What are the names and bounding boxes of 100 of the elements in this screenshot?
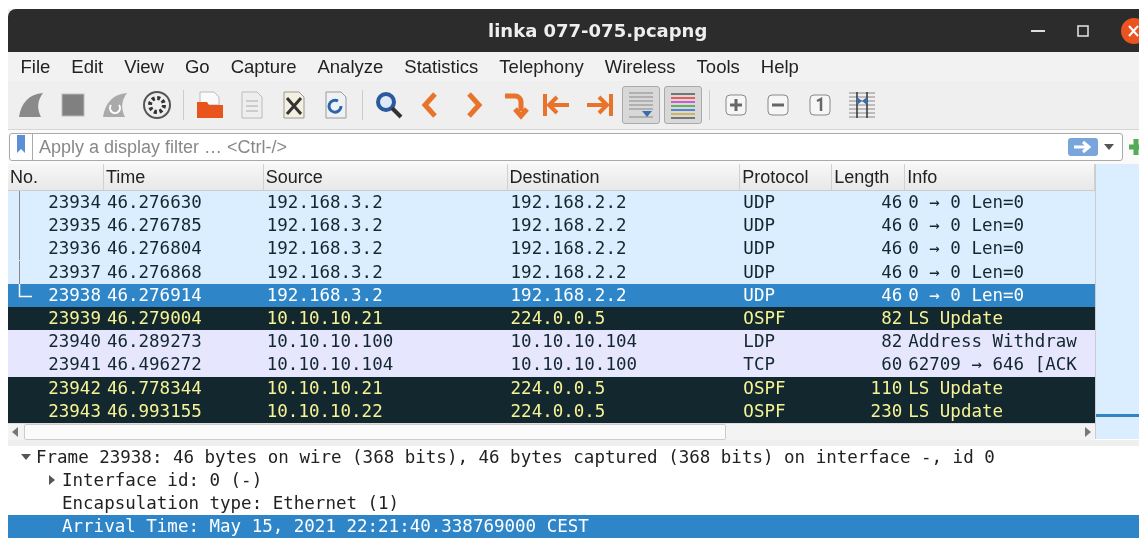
menu-item[interactable]: Help — [750, 55, 810, 78]
table-cell: LDP — [743, 331, 775, 352]
table-cell: 23939 — [48, 307, 101, 328]
column-header[interactable]: Source — [263, 164, 508, 190]
table-cell: 10.10.10.21 — [266, 307, 383, 328]
packet-row[interactable]: 23937 46.276868 192.168.3.2 192.168.2.2 UDP 46 0 → 0 Len=0 — [8, 260, 1096, 284]
table-cell: 46 — [881, 192, 903, 212]
packet-row[interactable]: 23939 46.279004 10.10.10.21 224.0.0.5 OSPF 82 LS Update — [8, 306, 1096, 331]
maximize-icon[interactable] — [1077, 24, 1089, 37]
table-cell: 0 → 0 Len=0 — [908, 284, 1025, 305]
packet-row[interactable]: 23941 46.496272 10.10.10.104 10.10.10.100 TCP 60 62709 → 646 [ACK — [8, 353, 1096, 377]
table-cell: 46.276630 — [106, 192, 202, 212]
table-cell: 23943 — [48, 400, 101, 421]
close-icon[interactable] — [1121, 17, 1139, 44]
table-cell: 0 → 0 Len=0 — [908, 215, 1025, 236]
packet-row[interactable]: 23940 46.289273 10.10.10.100 10.10.10.104 LDP 82 Address Withdraw — [8, 330, 1096, 354]
table-cell: 10.10.10.22 — [266, 400, 383, 421]
table-cell: 82 — [881, 331, 903, 352]
column-header[interactable]: Time — [103, 164, 264, 190]
detail-row[interactable]: Encapsulation type: Ethernet (1) — [8, 491, 1139, 515]
table-cell: 46 — [881, 284, 903, 305]
table-cell: UDP — [743, 284, 775, 305]
table-cell: 192.168.2.2 — [510, 192, 627, 212]
table-cell: 60 — [881, 354, 903, 375]
menu-item[interactable]: Capture — [220, 55, 307, 78]
table-cell: 46 — [881, 238, 903, 259]
menu-item[interactable]: Statistics — [393, 55, 489, 78]
menu-item[interactable]: Wireless — [594, 55, 687, 78]
column-header[interactable]: Protocol — [740, 164, 833, 190]
scrollbar-thumb[interactable] — [24, 423, 726, 440]
table-cell: 46.778344 — [106, 377, 202, 398]
column-header[interactable]: No. — [8, 164, 104, 190]
table-cell: 192.168.2.2 — [510, 261, 627, 282]
detail-row[interactable]: Frame 23938: 46 bytes on wire (368 bits), 46 bytes captured (368 bits) on interface -, id 0 — [8, 445, 1139, 469]
table-cell: 192.168.3.2 — [266, 284, 383, 305]
table-cell: 23936 — [48, 238, 101, 259]
table-cell: OSPF — [743, 400, 786, 421]
scroll-right-icon[interactable] — [1083, 426, 1092, 437]
menu-item[interactable]: Edit — [60, 55, 114, 78]
table-cell: 224.0.0.5 — [510, 400, 606, 421]
table-cell: 46.276868 — [106, 261, 202, 282]
table-cell: 10.10.10.21 — [266, 377, 383, 398]
packet-row[interactable]: 23942 46.778344 10.10.10.21 224.0.0.5 OSPF 110 LS Update — [8, 376, 1096, 400]
table-cell: 23940 — [48, 331, 101, 352]
plus-icon[interactable] — [1129, 137, 1139, 157]
table-cell: 224.0.0.5 — [510, 307, 606, 328]
table-cell: 23942 — [48, 377, 101, 398]
packet-row[interactable]: 23938 46.276914 192.168.3.2 192.168.2.2 UDP 46 0 → 0 Len=0 — [8, 283, 1096, 307]
table-cell: 10.10.10.104 — [510, 331, 637, 352]
table-cell: LS Update — [908, 377, 1004, 398]
detail-text: Arrival Time: May 15, 2021 22:21:40.338769000 CEST — [62, 514, 589, 538]
menu-item[interactable]: Telephony — [488, 55, 595, 78]
table-cell: 192.168.2.2 — [510, 284, 627, 305]
table-cell: 192.168.3.2 — [266, 192, 383, 212]
table-cell: 192.168.3.2 — [266, 261, 383, 282]
expanded-arrow-icon[interactable] — [21, 454, 31, 461]
table-cell: UDP — [743, 192, 775, 212]
table-cell: UDP — [743, 261, 775, 282]
table-cell: 230 — [870, 400, 903, 421]
table-cell: 46 — [881, 215, 903, 236]
detail-row[interactable]: Arrival Time: May 15, 2021 22:21:40.338769000 CEST — [8, 514, 1139, 538]
detail-text: Encapsulation type: Ethernet (1) — [62, 491, 400, 515]
menu-item[interactable]: Tools — [686, 55, 751, 78]
packet-row[interactable]: 23934 46.276630 192.168.3.2 192.168.2.2 UDP 46 0 → 0 Len=0 — [8, 191, 1096, 215]
scroll-left-icon[interactable] — [12, 426, 20, 437]
table-cell: TCP — [743, 354, 775, 375]
detail-text: Interface id: 0 (-) — [62, 468, 263, 492]
table-cell: 0 → 0 Len=0 — [908, 238, 1025, 259]
table-cell: 224.0.0.5 — [510, 377, 606, 398]
table-cell: 23941 — [48, 354, 101, 375]
menu-item[interactable]: Go — [174, 55, 221, 78]
window-title: linka 077-075.pcapng — [488, 20, 708, 41]
table-cell: 46.993155 — [106, 400, 202, 421]
caret-icon[interactable] — [1104, 144, 1114, 150]
column-header[interactable]: Destination — [507, 164, 741, 190]
table-cell: 192.168.2.2 — [510, 215, 627, 236]
table-cell: 10.10.10.100 — [266, 331, 394, 352]
packet-row[interactable]: 23936 46.276804 192.168.3.2 192.168.2.2 UDP 46 0 → 0 Len=0 — [8, 237, 1096, 261]
table-cell: 46 — [881, 261, 903, 282]
table-cell: 0 → 0 Len=0 — [908, 261, 1025, 282]
packet-row[interactable]: 23935 46.276785 192.168.3.2 192.168.2.2 UDP 46 0 → 0 Len=0 — [8, 214, 1096, 238]
menu-item[interactable]: Analyze — [307, 55, 394, 78]
table-cell: 46.289273 — [106, 331, 202, 352]
packet-row[interactable]: 23943 46.993155 10.10.10.22 224.0.0.5 OSPF 230 LS Update — [8, 399, 1096, 423]
display-filter-box[interactable]: Apply a display filter … <Ctrl-/> — [9, 133, 1123, 161]
table-cell: 46.496272 — [106, 354, 202, 375]
menu-item[interactable]: View — [113, 55, 175, 78]
table-cell: 10.10.10.104 — [266, 354, 394, 375]
table-cell: 0 → 0 Len=0 — [908, 192, 1025, 212]
detail-text: Frame 23938: 46 bytes on wire (368 bits), 46 bytes captured (368 bits) on interface -, id 0 — [36, 445, 995, 469]
table-cell: Address Withdraw — [908, 331, 1077, 352]
collapsed-arrow-icon[interactable] — [49, 475, 55, 486]
table-cell: UDP — [743, 238, 775, 259]
detail-row[interactable]: Interface id: 0 (-) — [8, 468, 1139, 492]
table-cell: 62709 → 646 [ACK — [908, 354, 1077, 375]
table-cell: 46.276804 — [106, 238, 202, 259]
column-header[interactable]: Length — [832, 164, 906, 190]
menu-item[interactable]: File — [10, 55, 61, 78]
table-cell: OSPF — [743, 307, 786, 328]
table-cell: 192.168.2.2 — [510, 238, 627, 259]
